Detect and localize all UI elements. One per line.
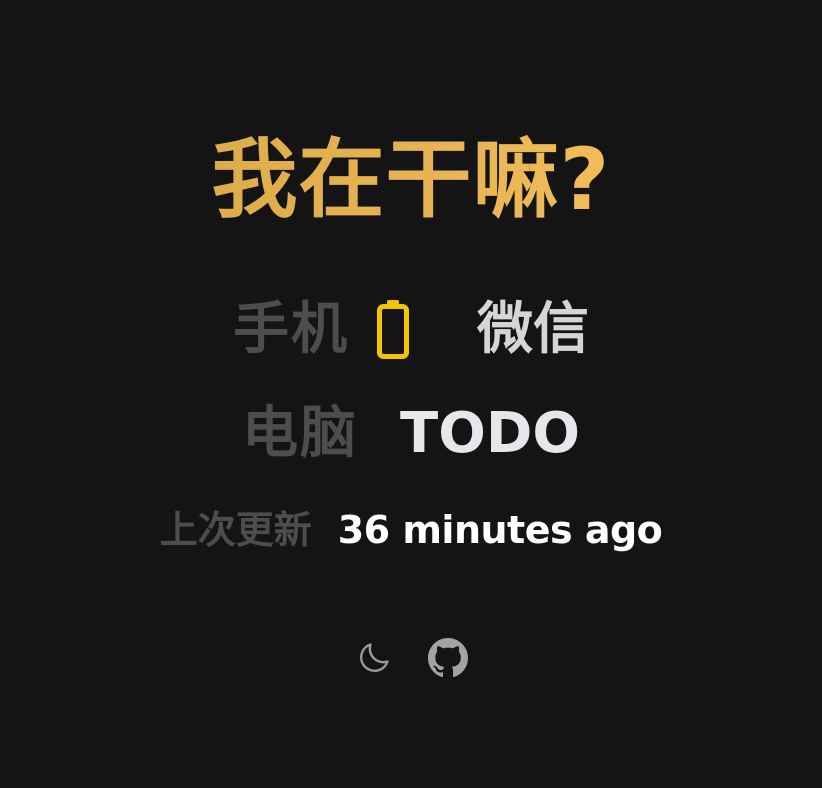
github-icon[interactable] bbox=[428, 638, 468, 678]
pc-app: TODO bbox=[400, 401, 580, 466]
last-update-label: 上次更新 bbox=[159, 508, 312, 552]
moon-icon[interactable] bbox=[354, 638, 394, 678]
pc-status-row: 电脑 TODO bbox=[0, 398, 822, 470]
status-page: 我在干嘛? 手机 微信 电脑 TODO 上次更新 36 minutes ago bbox=[0, 0, 822, 788]
phone-label: 手机 bbox=[233, 297, 349, 362]
phone-app: 微信 bbox=[477, 297, 589, 362]
footer-icons bbox=[0, 638, 822, 678]
page-title: 我在干嘛? bbox=[0, 128, 822, 232]
pc-label: 电脑 bbox=[242, 401, 359, 466]
last-update-time: 36 minutes ago bbox=[337, 508, 663, 552]
phone-status-row: 手机 微信 bbox=[0, 294, 822, 366]
battery-icon bbox=[377, 300, 409, 360]
last-update-row: 上次更新 36 minutes ago bbox=[0, 502, 822, 558]
